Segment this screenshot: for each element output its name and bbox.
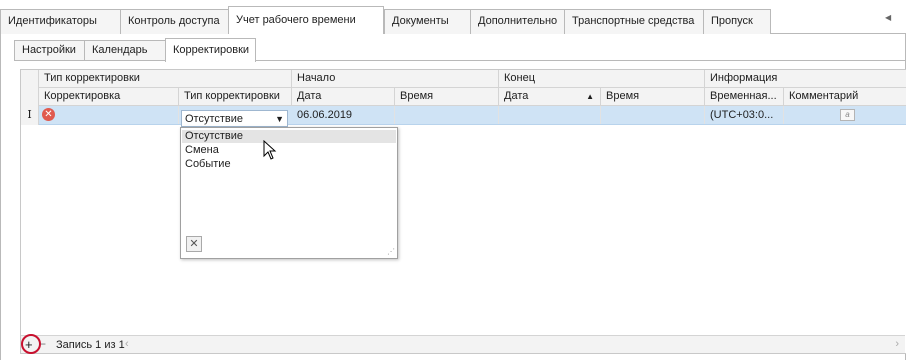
- tab-time-tracking[interactable]: Учет рабочего времени: [228, 6, 384, 34]
- end-time-cell[interactable]: [601, 106, 705, 124]
- option-absence[interactable]: Отсутствие: [182, 130, 396, 143]
- main-tab-strip: Идентификаторы Контроль доступа Учет раб…: [0, 0, 906, 34]
- record-navigator: + − Запись 1 из 1 ‹ ›: [21, 335, 905, 353]
- sort-ascending-icon: ▲: [586, 92, 594, 101]
- scroll-left-icon[interactable]: ‹: [125, 337, 129, 352]
- option-event[interactable]: Событие: [182, 158, 396, 171]
- subtab-corrections[interactable]: Корректировки: [165, 38, 256, 62]
- grid-corner: [21, 70, 39, 106]
- correction-type-value: Отсутствие: [185, 113, 244, 125]
- tab-pass[interactable]: Пропуск: [703, 9, 771, 34]
- subtab-settings[interactable]: Настройки: [14, 40, 85, 61]
- tab-vehicles[interactable]: Транспортные средства: [564, 9, 704, 34]
- tab-access-control[interactable]: Контроль доступа: [120, 9, 229, 34]
- col-header-start-time[interactable]: Время: [395, 88, 499, 106]
- col-header-end-time[interactable]: Время: [601, 88, 705, 106]
- timezone-cell[interactable]: (UTC+03:0...: [705, 106, 784, 124]
- corrections-grid: Тип корректировки Начало Конец Информаци…: [20, 69, 906, 354]
- band-end: Конец: [499, 70, 705, 88]
- col-header-correction-type[interactable]: Тип корректировки: [179, 88, 292, 106]
- chevron-down-icon[interactable]: ▼: [275, 111, 284, 127]
- comment-cell[interactable]: a: [784, 106, 906, 124]
- correction-cell[interactable]: ✕: [39, 106, 179, 124]
- start-time-cell[interactable]: [395, 106, 499, 124]
- scroll-right-icon[interactable]: ›: [895, 337, 899, 352]
- end-date-cell[interactable]: [499, 106, 601, 124]
- col-header-comment[interactable]: Комментарий: [784, 88, 906, 106]
- band-info: Информация: [705, 70, 906, 88]
- col-header-end-date-label: Дата: [504, 90, 529, 102]
- mouse-cursor-icon: [263, 140, 277, 160]
- col-header-start-date[interactable]: Дата: [292, 88, 395, 106]
- col-header-correction[interactable]: Корректировка: [39, 88, 179, 106]
- tab-identifiers[interactable]: Идентификаторы: [0, 9, 121, 34]
- tab-additional[interactable]: Дополнительно: [470, 9, 565, 34]
- close-popup-button[interactable]: ✕: [186, 236, 202, 252]
- band-start: Начало: [292, 70, 499, 88]
- start-date-cell[interactable]: 06.06.2019: [292, 106, 395, 124]
- col-header-timezone[interactable]: Временная...: [705, 88, 784, 106]
- band-correction-type: Тип корректировки: [39, 70, 292, 88]
- option-shift[interactable]: Смена: [182, 144, 396, 157]
- col-header-end-date[interactable]: Дата ▲: [499, 88, 601, 106]
- highlight-circle: [21, 334, 41, 354]
- tab-scroll-left-icon[interactable]: ◀: [885, 13, 891, 22]
- subtab-calendar[interactable]: Календарь: [84, 40, 166, 61]
- record-counter: Запись 1 из 1: [56, 339, 125, 351]
- tab-documents[interactable]: Документы: [384, 9, 471, 34]
- subtab-baseline: [14, 60, 906, 61]
- row-indicator: I: [21, 106, 39, 125]
- correction-type-dropdown[interactable]: Отсутствие ▼: [181, 110, 288, 127]
- correction-type-popup: Отсутствие Смена Событие ✕ ⋰: [180, 127, 398, 259]
- error-x-icon[interactable]: ✕: [42, 108, 55, 121]
- resize-grip-icon[interactable]: ⋰: [387, 248, 395, 256]
- comment-button[interactable]: a: [840, 109, 855, 121]
